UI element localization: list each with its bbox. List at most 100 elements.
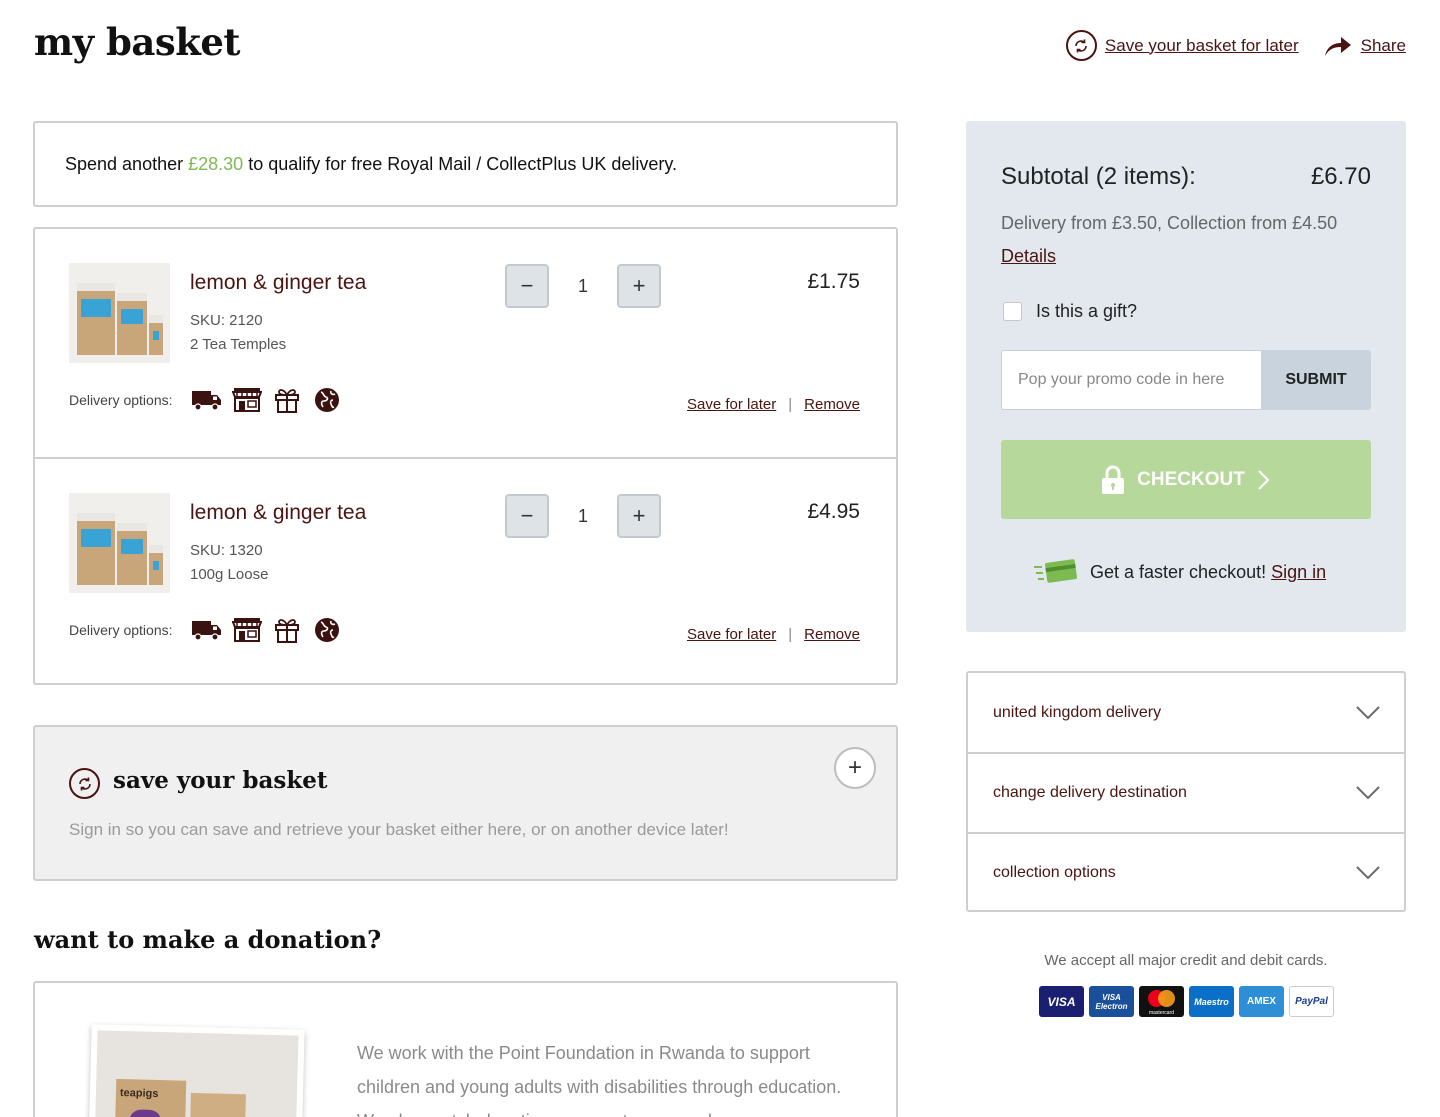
item-actions: Save for later | Remove — [687, 626, 860, 643]
order-summary: Subtotal (2 items): £6.70 Delivery from … — [966, 121, 1406, 632]
subtotal-label: Subtotal (2 items): — [1001, 163, 1196, 190]
divider: | — [788, 626, 793, 643]
payment-cards: VISA VISA Electron mastercard Maestro AM… — [1039, 986, 1334, 1017]
delivery-options-label: Delivery options: — [69, 622, 173, 638]
accordion-label: united kingdom delivery — [993, 703, 1162, 721]
decrease-quantity-button[interactable]: − — [505, 264, 549, 308]
truck-icon — [191, 385, 223, 415]
promo-form: SUBMIT — [1001, 350, 1371, 410]
quantity-stepper: − 1 + — [505, 494, 661, 538]
lock-icon — [1102, 465, 1125, 494]
free-delivery-notice: Spend another £28.30 to qualify for free… — [33, 121, 898, 207]
delivery-options: Delivery options: — [69, 385, 351, 415]
product-sku: SKU: 1320 — [190, 542, 263, 559]
promo-code-input[interactable] — [1001, 350, 1261, 410]
notice-suffix: to qualify for free Royal Mail / Collect… — [248, 153, 678, 174]
basket-items: lemon & ginger tea SKU: 2120 2 Tea Templ… — [33, 227, 898, 685]
maestro-card-icon: Maestro — [1189, 986, 1234, 1017]
increase-quantity-button[interactable]: + — [617, 494, 661, 538]
globe-icon — [311, 615, 343, 645]
gift-checkbox[interactable] — [1003, 302, 1022, 321]
notice-prefix: Spend another — [65, 153, 184, 174]
donation-text: We work with the Point Foundation in Rwa… — [357, 1043, 842, 1117]
donation-photo: teapigs — [88, 1024, 305, 1117]
chevron-down-icon — [1356, 705, 1380, 719]
mastercard-icon: mastercard — [1139, 986, 1184, 1017]
notice-amount: £28.30 — [188, 153, 244, 174]
store-icon — [231, 615, 263, 645]
gift-label: Is this a gift? — [1036, 301, 1138, 321]
visa-card-icon: VISA — [1039, 986, 1084, 1017]
save-basket-text: Sign in so you can save and retrieve you… — [69, 820, 729, 839]
basket-item: lemon & ginger tea SKU: 1320 100g Loose … — [35, 457, 896, 685]
credit-card-icon — [1034, 559, 1077, 583]
refresh-icon — [69, 768, 100, 799]
quantity-value[interactable]: 1 — [549, 506, 617, 527]
product-name[interactable]: lemon & ginger tea — [190, 501, 366, 525]
save-for-later-link[interactable]: Save for later — [687, 396, 776, 413]
product-sku: SKU: 2120 — [190, 312, 263, 329]
item-price: £4.95 — [807, 500, 860, 523]
remove-link[interactable]: Remove — [804, 396, 860, 413]
faster-checkout: Get a faster checkout! Sign in — [1034, 557, 1326, 587]
share-link[interactable]: Share — [1323, 34, 1406, 58]
quantity-value[interactable]: 1 — [549, 276, 617, 297]
remove-link[interactable]: Remove — [804, 626, 860, 643]
globe-icon — [311, 385, 343, 415]
mastercard-label: mastercard — [1148, 1010, 1174, 1016]
header-actions: Save your basket for later Share — [1065, 30, 1406, 61]
item-actions: Save for later | Remove — [687, 396, 860, 413]
delivery-options: Delivery options: — [69, 615, 351, 645]
checkout-label: CHECKOUT — [1137, 468, 1245, 490]
product-image — [69, 493, 170, 593]
increase-quantity-button[interactable]: + — [617, 264, 661, 308]
chevron-right-icon — [1258, 469, 1270, 490]
quantity-stepper: − 1 + — [505, 264, 661, 308]
divider: | — [788, 396, 793, 413]
item-price: £1.75 — [807, 270, 860, 293]
accordion-collection-options[interactable]: collection options — [968, 832, 1404, 912]
delivery-options-label: Delivery options: — [69, 392, 173, 408]
subtotal-value: £6.70 — [1310, 163, 1371, 190]
store-icon — [231, 385, 263, 415]
product-variant: 100g Loose — [190, 566, 269, 583]
truck-icon — [191, 615, 223, 645]
visa-electron-card-icon: VISA Electron — [1089, 986, 1134, 1017]
product-name[interactable]: lemon & ginger tea — [190, 271, 366, 295]
donation-panel: teapigs We work with the Point Foundatio… — [33, 981, 898, 1117]
save-basket-for-later-link[interactable]: Save your basket for later — [1065, 30, 1299, 61]
accordion-label: collection options — [993, 864, 1116, 881]
accordion-label: change delivery destination — [993, 784, 1187, 801]
save-for-later-link[interactable]: Save for later — [687, 626, 776, 643]
save-basket-panel: save your basket Sign in so you can save… — [33, 725, 898, 881]
gift-option: Is this a gift? — [1003, 301, 1137, 322]
expand-save-basket-button[interactable]: + — [834, 747, 876, 789]
sign-in-link[interactable]: Sign in — [1271, 562, 1326, 583]
basket-item: lemon & ginger tea SKU: 2120 2 Tea Templ… — [35, 229, 896, 457]
gift-icon — [271, 615, 303, 645]
donation-title: want to make a donation? — [34, 925, 382, 954]
delivery-info: Delivery from £3.50, Collection from £4.… — [1001, 213, 1338, 233]
share-label: Share — [1360, 35, 1406, 55]
promo-submit-button[interactable]: SUBMIT — [1261, 350, 1371, 410]
chevron-down-icon — [1356, 786, 1380, 800]
accordion-uk-delivery[interactable]: united kingdom delivery — [968, 673, 1404, 752]
decrease-quantity-button[interactable]: − — [505, 494, 549, 538]
save-basket-title: save your basket — [113, 767, 328, 794]
gift-icon — [271, 385, 303, 415]
product-image — [69, 263, 170, 363]
accordion-change-destination[interactable]: change delivery destination — [968, 752, 1404, 832]
amex-card-icon: AMEX — [1239, 986, 1284, 1017]
checkout-button[interactable]: CHECKOUT — [1001, 440, 1371, 519]
product-variant: 2 Tea Temples — [190, 336, 287, 353]
chevron-down-icon — [1356, 866, 1380, 880]
photo-brand-label: teapigs — [119, 1086, 159, 1101]
payment-text: We accept all major credit and debit car… — [1044, 952, 1328, 969]
page-title: my basket — [34, 20, 240, 64]
save-basket-for-later-label: Save your basket for later — [1104, 35, 1299, 55]
paypal-icon: PayPal — [1289, 986, 1334, 1017]
faster-checkout-text: Get a faster checkout! — [1090, 561, 1267, 582]
refresh-icon — [1065, 30, 1097, 61]
share-arrow-icon — [1324, 36, 1351, 56]
details-link[interactable]: Details — [1001, 246, 1056, 267]
